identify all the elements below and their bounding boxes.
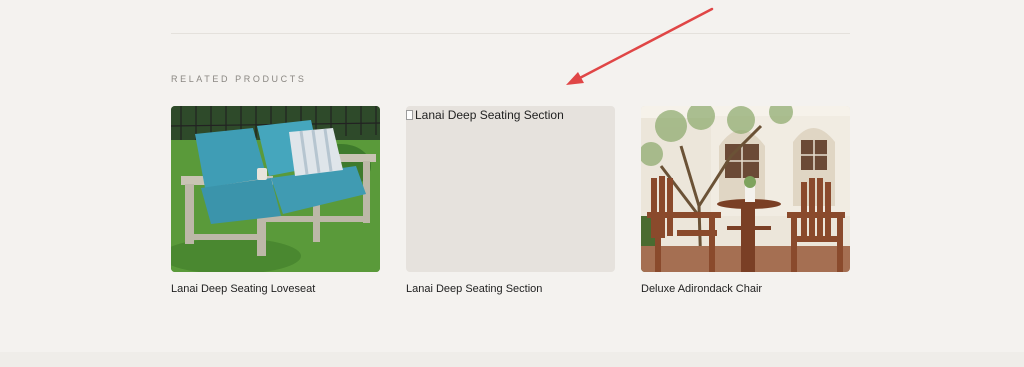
product-name-section[interactable]: Lanai Deep Seating Section [406, 283, 615, 295]
broken-image-icon [406, 110, 413, 120]
product-card-section[interactable]: Lanai Deep Seating Section Lanai Deep Se… [406, 106, 615, 295]
related-products-grid: Lanai Deep Seating Loveseat Lanai Deep S… [171, 106, 850, 295]
product-image-section[interactable]: Lanai Deep Seating Section [406, 106, 615, 272]
loveseat-photo [171, 106, 380, 272]
image-alt-text: Lanai Deep Seating Section [415, 108, 564, 122]
adirondack-photo [641, 106, 850, 272]
product-card-loveseat[interactable]: Lanai Deep Seating Loveseat [171, 106, 380, 295]
product-name-loveseat[interactable]: Lanai Deep Seating Loveseat [171, 283, 380, 295]
product-image-adirondack[interactable] [641, 106, 850, 272]
product-name-adirondack[interactable]: Deluxe Adirondack Chair [641, 283, 850, 295]
related-products-heading: RELATED PRODUCTS [171, 74, 307, 84]
broken-image: Lanai Deep Seating Section [406, 108, 564, 122]
product-card-adirondack[interactable]: Deluxe Adirondack Chair [641, 106, 850, 295]
product-image-loveseat[interactable] [171, 106, 380, 272]
footer-band [0, 352, 1024, 367]
section-divider [171, 33, 850, 34]
